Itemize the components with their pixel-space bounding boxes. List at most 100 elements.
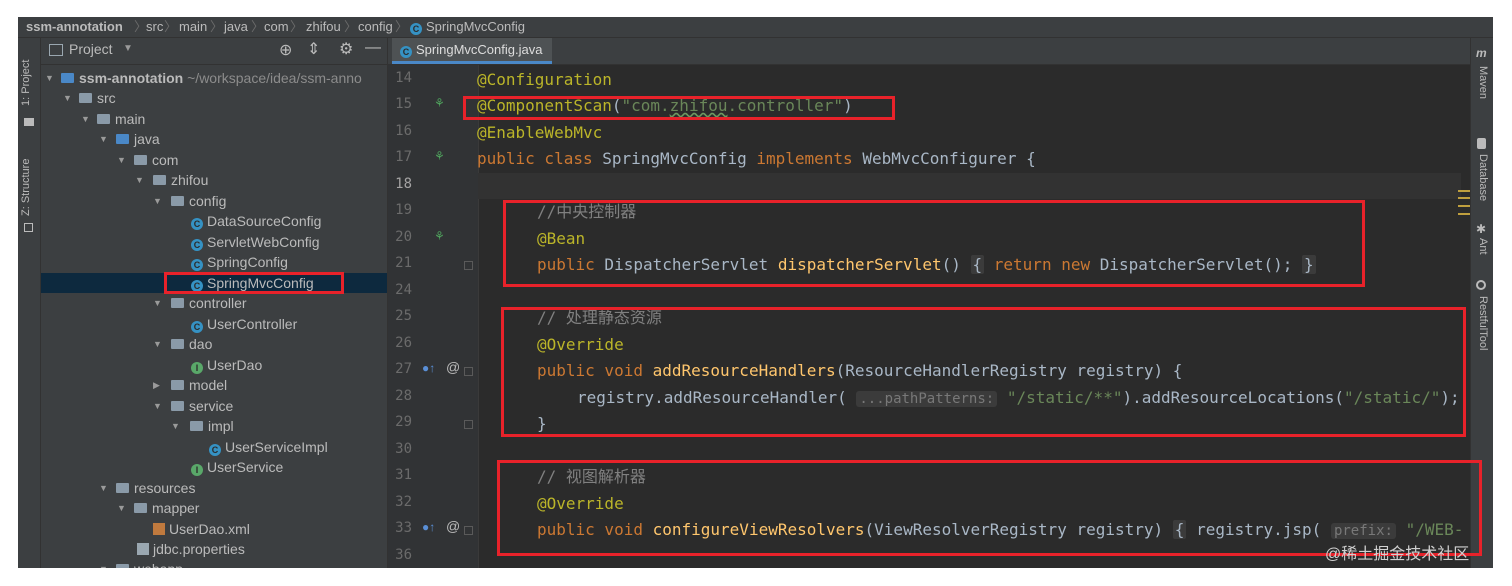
fold-icon[interactable] — [464, 526, 473, 535]
warning-marker[interactable] — [1458, 197, 1470, 199]
tab-structure[interactable]: Z: Structure — [20, 159, 32, 216]
tree-item-userdao-xml[interactable]: UserDao.xml — [41, 519, 387, 539]
tree-item-label: webapp — [134, 561, 183, 568]
tree-item-impl[interactable]: ▼ impl — [41, 416, 387, 436]
class-icon: C — [209, 444, 221, 456]
breadcrumb-java[interactable]: java — [224, 18, 248, 36]
warning-marker[interactable] — [1458, 190, 1470, 192]
expand-arrow-icon[interactable]: ▼ — [99, 129, 108, 149]
warning-marker[interactable] — [1458, 213, 1470, 215]
gear-icon[interactable]: ⚙ — [339, 39, 353, 59]
tab-project[interactable]: 1: Project — [20, 60, 32, 106]
expand-arrow-icon[interactable]: ▼ — [45, 68, 54, 88]
tree-item-config[interactable]: ▼ config — [41, 191, 387, 211]
expand-arrow-icon[interactable]: ▼ — [153, 293, 162, 313]
tree-item-datasourceconfig[interactable]: C DataSourceConfig — [41, 211, 387, 231]
tree-item-label: src — [97, 90, 116, 106]
spring-bean-icon[interactable]: ⚘ — [434, 229, 445, 243]
locate-icon[interactable]: ⊕ — [279, 40, 292, 60]
tree-item-dao[interactable]: ▼ dao — [41, 334, 387, 354]
collapse-all-icon[interactable]: ⇕ — [307, 39, 320, 59]
class-icon: C — [191, 321, 203, 333]
highlight-box-componentscan — [463, 96, 895, 120]
line-number: 31 — [395, 467, 412, 483]
tree-item-resources[interactable]: ▼ resources — [41, 478, 387, 498]
warning-marker[interactable] — [1458, 205, 1470, 207]
breadcrumb-src[interactable]: src — [146, 18, 163, 36]
tab-database[interactable]: Database — [1477, 154, 1489, 201]
tree-item-usercontroller[interactable]: C UserController — [41, 314, 387, 334]
expand-arrow-icon[interactable]: ▼ — [153, 191, 162, 211]
tree-item-jdbc-properties[interactable]: jdbc.properties — [41, 539, 387, 559]
breadcrumb-main[interactable]: main — [179, 18, 207, 36]
tree-item-src[interactable]: ▼ src — [41, 88, 387, 108]
package-icon — [153, 175, 166, 185]
tree-item-java[interactable]: ▼ java — [41, 129, 387, 149]
tab-springmvcconfig[interactable]: CSpringMvcConfig.java × — [392, 38, 552, 81]
fold-icon[interactable] — [464, 261, 473, 270]
spring-bean-icon[interactable]: ⚘ — [434, 96, 445, 110]
tree-item-label: DataSourceConfig — [207, 213, 322, 229]
code-line-17: public class SpringMvcConfig implements … — [477, 146, 1036, 172]
class-icon: C — [191, 259, 203, 271]
breadcrumb-file-label: SpringMvcConfig — [426, 19, 525, 34]
tab-label: SpringMvcConfig.java — [416, 42, 543, 57]
keyword: implements — [756, 149, 853, 168]
expand-arrow-icon[interactable]: ▼ — [171, 416, 180, 436]
package-icon — [171, 380, 184, 390]
minimize-icon[interactable]: — — [365, 39, 381, 57]
tree-item-mapper[interactable]: ▼ mapper — [41, 498, 387, 518]
expand-arrow-icon[interactable]: ▼ — [117, 150, 126, 170]
fold-icon[interactable] — [464, 367, 473, 376]
tree-item-main[interactable]: ▼ main — [41, 109, 387, 129]
line-number: 17 — [395, 149, 412, 165]
tree-item-userdao[interactable]: I UserDao — [41, 355, 387, 375]
expand-arrow-icon[interactable]: ▼ — [153, 334, 162, 354]
tree-item-com[interactable]: ▼ com — [41, 150, 387, 170]
tree-item-controller[interactable]: ▼ controller — [41, 293, 387, 313]
tree-item-userserviceimpl[interactable]: C UserServiceImpl — [41, 437, 387, 457]
fold-icon[interactable] — [464, 420, 473, 429]
expand-arrow-icon[interactable]: ▼ — [99, 559, 108, 568]
line-number: 20 — [395, 229, 412, 245]
breadcrumb-file[interactable]: C SpringMvcConfig — [410, 18, 525, 36]
tree-item-service[interactable]: ▼ service — [41, 396, 387, 416]
spring-bean-icon[interactable]: ⚘ — [434, 149, 445, 163]
breadcrumb-config[interactable]: config — [358, 18, 393, 36]
breadcrumb-project[interactable]: ssm-annotation — [26, 18, 123, 36]
tree-item-label: dao — [189, 336, 213, 352]
tree-item-webapp[interactable]: ▼ webapp — [41, 559, 387, 568]
tab-ant[interactable]: Ant — [1477, 238, 1489, 255]
override-icon[interactable]: ●↑ — [422, 520, 435, 534]
tree-item-springconfig[interactable]: C SpringConfig — [41, 252, 387, 272]
tree-item-project[interactable]: ▼ ssm-annotation ~/workspace/idea/ssm-an… — [41, 68, 387, 88]
tab-maven[interactable]: Maven — [1477, 66, 1489, 99]
class-icon: C — [410, 23, 422, 35]
breadcrumb-com[interactable]: com — [264, 18, 289, 36]
expand-arrow-icon[interactable]: ▼ — [153, 396, 162, 416]
tree-item-servletwebconfig[interactable]: C ServletWebConfig — [41, 232, 387, 252]
chevron-right-icon: 〉 — [290, 19, 304, 34]
package-icon — [134, 155, 147, 165]
collapse-arrow-icon[interactable]: ▶ — [153, 375, 160, 395]
package-icon — [171, 196, 184, 206]
breadcrumb-zhifou[interactable]: zhifou — [306, 18, 341, 36]
class-icon: C — [191, 239, 203, 251]
override-icon[interactable]: ●↑ — [422, 361, 435, 375]
project-panel-title[interactable]: Project — [69, 41, 113, 57]
line-number: 26 — [395, 335, 412, 351]
expand-arrow-icon[interactable]: ▼ — [135, 170, 144, 190]
expand-arrow-icon[interactable]: ▼ — [63, 88, 72, 108]
tree-item-userservice[interactable]: I UserService — [41, 457, 387, 477]
chevron-down-icon[interactable]: ▼ — [123, 43, 133, 54]
tree-item-zhifou[interactable]: ▼ zhifou — [41, 170, 387, 190]
tree-item-label: mapper — [152, 500, 200, 516]
package-icon — [190, 421, 203, 431]
expand-arrow-icon[interactable]: ▼ — [117, 498, 126, 518]
expand-arrow-icon[interactable]: ▼ — [99, 478, 108, 498]
folder-icon — [24, 118, 34, 126]
tab-restfultool[interactable]: RestfulTool — [1477, 296, 1489, 350]
line-number: 25 — [395, 308, 412, 324]
tree-item-model[interactable]: ▶ model — [41, 375, 387, 395]
expand-arrow-icon[interactable]: ▼ — [81, 109, 90, 129]
